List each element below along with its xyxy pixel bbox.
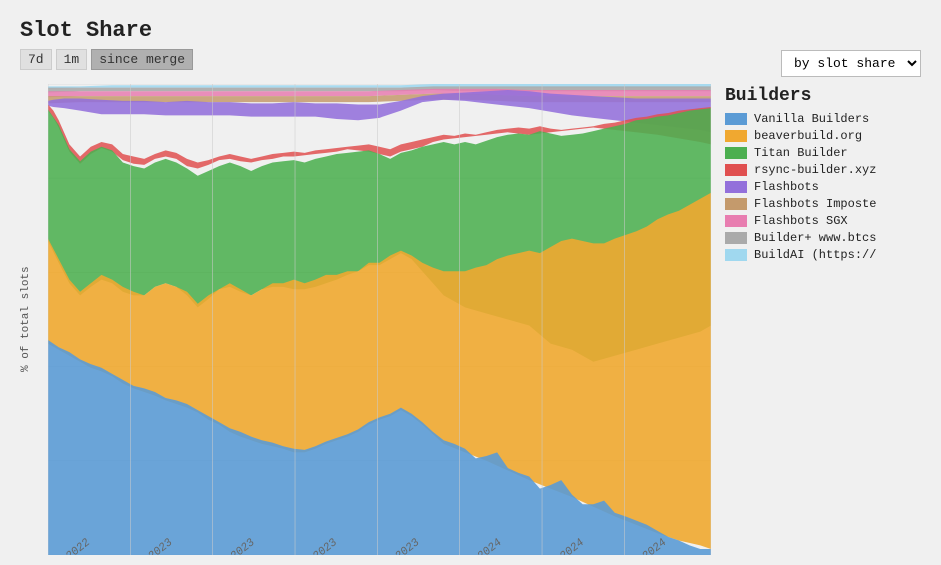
- legend-item-buildai: BuildAI (https://: [725, 248, 921, 262]
- time-1m-button[interactable]: 1m: [56, 49, 88, 70]
- legend-label-builderplus: Builder+ www.btcs: [754, 231, 876, 245]
- legend-item-titan: Titan Builder: [725, 146, 921, 160]
- rsync-color-swatch: [725, 164, 747, 176]
- legend-label-flashbots-sgx: Flashbots SGX: [754, 214, 848, 228]
- main-chart-svg: 100 80 60 40 20 0: [48, 84, 711, 555]
- page-container: Slot Share 7d 1m since merge by slot sha…: [0, 0, 941, 565]
- titan-color-swatch: [725, 147, 747, 159]
- page-title: Slot Share: [20, 18, 921, 43]
- legend-item-rsync: rsync-builder.xyz: [725, 163, 921, 177]
- time-since-merge-button[interactable]: since merge: [91, 49, 193, 70]
- flashbots-imposter-color-swatch: [725, 198, 747, 210]
- flashbots-color-swatch: [725, 181, 747, 193]
- flashbots-sgx-color-swatch: [725, 215, 747, 227]
- legend-item-flashbots-imposter: Flashbots Imposte: [725, 197, 921, 211]
- legend-label-buildai: BuildAI (https://: [754, 248, 876, 262]
- legend-title: Builders: [725, 86, 921, 106]
- beaver-color-swatch: [725, 130, 747, 142]
- time-controls: 7d 1m since merge: [20, 49, 193, 70]
- legend-label-vanilla: Vanilla Builders: [754, 112, 869, 126]
- buildai-color-swatch: [725, 249, 747, 261]
- y-axis-label: % of total slots: [20, 84, 38, 555]
- legend-item-flashbots: Flashbots: [725, 180, 921, 194]
- builderplus-color-swatch: [725, 232, 747, 244]
- legend-label-titan: Titan Builder: [754, 146, 848, 160]
- legend-item-beaver: beaverbuild.org: [725, 129, 921, 143]
- legend-item-flashbots-sgx: Flashbots SGX: [725, 214, 921, 228]
- chart-area: % of total slots 100 80 60: [20, 84, 921, 555]
- legend-label-beaver: beaverbuild.org: [754, 129, 862, 143]
- legend-label-flashbots-imposter: Flashbots Imposte: [754, 197, 876, 211]
- legend-label-flashbots: Flashbots: [754, 180, 819, 194]
- time-7d-button[interactable]: 7d: [20, 49, 52, 70]
- legend-item-vanilla: Vanilla Builders: [725, 112, 921, 126]
- sort-select[interactable]: by slot share by name: [781, 50, 921, 77]
- vanilla-color-swatch: [725, 113, 747, 125]
- chart-svg-container: 100 80 60 40 20 0: [48, 84, 711, 555]
- chart-and-legend: 100 80 60 40 20 0: [48, 84, 921, 555]
- legend-panel: Builders Vanilla Builders beaverbuild.or…: [711, 84, 921, 555]
- chart-wrapper: 100 80 60 40 20 0: [48, 84, 921, 555]
- legend-item-builderplus: Builder+ www.btcs: [725, 231, 921, 245]
- legend-label-rsync: rsync-builder.xyz: [754, 163, 876, 177]
